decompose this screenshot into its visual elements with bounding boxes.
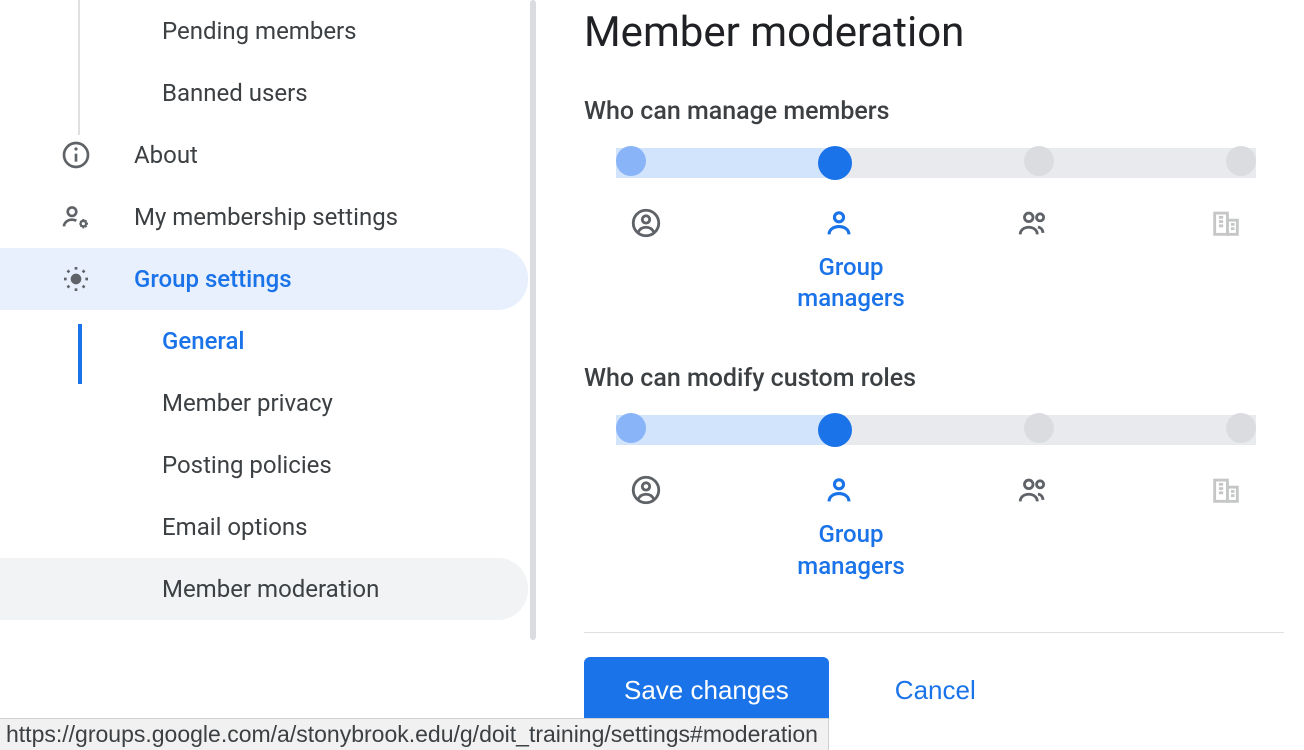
building-icon: [1196, 473, 1256, 507]
slider-stop-owners[interactable]: [616, 146, 646, 176]
sidebar-item-label: Member privacy: [162, 389, 333, 417]
slider-value-label: Group managers: [786, 252, 916, 314]
users-icon: [1003, 473, 1063, 507]
sidebar-item-group-settings[interactable]: Group settings: [0, 248, 528, 310]
sidebar-item-label: Pending members: [162, 17, 357, 45]
main-content: Member moderation Who can manage members: [528, 0, 1304, 750]
user-icon: [809, 473, 869, 507]
sidebar-item-about[interactable]: About: [0, 124, 528, 186]
page-title: Member moderation: [584, 8, 1304, 57]
setting-label: Who can modify custom roles: [584, 364, 1304, 393]
sidebar-item-general[interactable]: General: [0, 310, 528, 372]
slider-modify-roles[interactable]: Group managers: [616, 417, 1256, 581]
sidebar-item-email-options[interactable]: Email options: [0, 496, 528, 558]
slider-stop-members[interactable]: [1024, 413, 1054, 443]
sidebar-item-label: Email options: [162, 513, 308, 541]
setting-modify-roles: Who can modify custom roles: [584, 364, 1304, 581]
user-gear-icon: [60, 201, 94, 233]
slider-manage-members[interactable]: Group managers: [616, 150, 1256, 314]
sidebar-item-posting-policies[interactable]: Posting policies: [0, 434, 528, 496]
browser-statusbar: https://groups.google.com/a/stonybrook.e…: [0, 718, 829, 750]
user-circle-icon: [616, 206, 676, 240]
slider-stop-managers[interactable]: [818, 146, 852, 180]
setting-label: Who can manage members: [584, 97, 1304, 126]
users-icon: [1003, 206, 1063, 240]
setting-manage-members: Who can manage members: [584, 97, 1304, 314]
sidebar-item-label: General: [162, 327, 245, 355]
cancel-button[interactable]: Cancel: [889, 674, 982, 707]
button-row: Save changes Cancel: [584, 657, 1304, 724]
sidebar-item-pending-members[interactable]: Pending members: [0, 0, 528, 62]
slider-stop-owners[interactable]: [616, 413, 646, 443]
building-icon: [1196, 206, 1256, 240]
gear-icon: [60, 263, 94, 295]
sidebar-item-label: Banned users: [162, 79, 308, 107]
user-circle-icon: [616, 473, 676, 507]
sidebar-item-label: My membership settings: [134, 203, 398, 231]
sidebar-item-label: About: [134, 141, 198, 169]
sidebar-item-label: Posting policies: [162, 451, 332, 479]
sidebar-item-membership-settings[interactable]: My membership settings: [0, 186, 528, 248]
slider-stop-managers[interactable]: [818, 413, 852, 447]
sidebar-item-banned-users[interactable]: Banned users: [0, 62, 528, 124]
user-icon: [809, 206, 869, 240]
slider-stop-org[interactable]: [1226, 146, 1256, 176]
sidebar-item-label: Member moderation: [162, 575, 379, 603]
divider: [584, 632, 1284, 633]
slider-stop-org[interactable]: [1226, 413, 1256, 443]
sidebar-item-member-privacy[interactable]: Member privacy: [0, 372, 528, 434]
slider-value-label: Group managers: [786, 519, 916, 581]
save-button[interactable]: Save changes: [584, 657, 829, 724]
sidebar: Pending members Banned users About My me…: [0, 0, 528, 750]
sidebar-item-member-moderation[interactable]: Member moderation: [0, 558, 528, 620]
info-icon: [60, 139, 94, 171]
slider-stop-members[interactable]: [1024, 146, 1054, 176]
sidebar-item-label: Group settings: [134, 265, 292, 293]
